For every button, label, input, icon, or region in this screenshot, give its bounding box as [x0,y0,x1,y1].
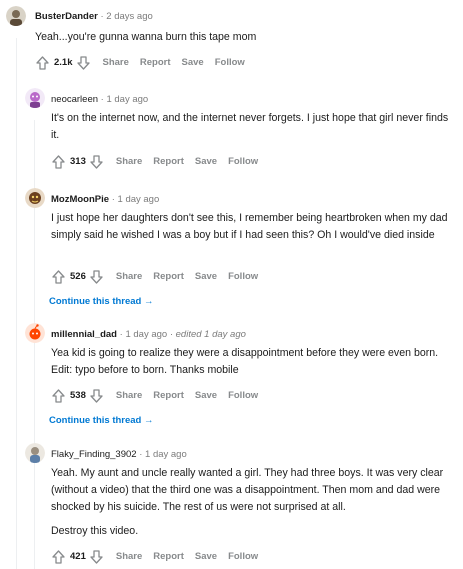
upvote-icon[interactable] [51,549,66,564]
downvote-icon[interactable] [89,388,104,403]
follow-button[interactable]: Follow [228,390,258,401]
comment-meta: BusterDander · 2 days ago [35,11,153,23]
arrow-right-icon: → [144,415,154,426]
share-button[interactable]: Share [116,271,142,282]
user-avatar-icon [6,6,26,26]
upvote-icon[interactable] [35,55,50,70]
avatar[interactable] [25,443,45,463]
comment-actions: 313 Share Report Save Follow [51,154,258,169]
share-button[interactable]: Share [116,156,142,167]
vote-score: 538 [70,390,86,401]
save-button[interactable]: Save [195,271,217,282]
upvote-icon[interactable] [51,154,66,169]
comment-body: Yeah...you're gunna wanna burn this tape… [35,29,435,46]
continue-thread-label: Continue this thread [49,415,142,426]
comment-body: It's on the internet now, and the intern… [51,110,451,144]
username[interactable]: MozMoonPie [51,194,109,205]
report-button[interactable]: Report [140,57,171,68]
username[interactable]: BusterDander [35,11,98,22]
vote-score: 2.1k [54,57,73,68]
user-avatar-icon [25,188,45,208]
continue-thread-link[interactable]: Continue this thread → [49,296,154,307]
avatar[interactable] [6,6,26,26]
separator: · [111,194,115,205]
comment-actions: 2.1k Share Report Save Follow [35,55,245,70]
follow-button[interactable]: Follow [228,551,258,562]
separator: · [139,449,143,460]
continue-thread-link[interactable]: Continue this thread → [49,415,154,426]
share-button[interactable]: Share [116,390,142,401]
share-button[interactable]: Share [116,551,142,562]
comment-meta: MozMoonPie · 1 day ago [51,194,159,206]
follow-button[interactable]: Follow [228,271,258,282]
comment-actions: 526 Share Report Save Follow [51,269,258,284]
avatar[interactable] [25,188,45,208]
comment-text: Yea kid is going to realize they were a … [51,347,439,376]
downvote-icon[interactable] [89,154,104,169]
comment-meta: neocarleen · 1 day ago [51,94,148,106]
timestamp[interactable]: 1 day ago [118,194,160,205]
separator: · [100,11,104,22]
timestamp[interactable]: 1 day ago [106,94,148,105]
follow-button[interactable]: Follow [228,156,258,167]
comment-meta: Flaky_Finding_3902 · 1 day ago [51,449,187,461]
timestamp[interactable]: 2 days ago [106,11,152,22]
user-avatar-icon [25,443,45,463]
username[interactable]: neocarleen [51,94,98,105]
comment-body: Yeah. My aunt and uncle really wanted a … [51,465,461,540]
username[interactable]: Flaky_Finding_3902 [51,449,137,460]
comment-text: Yeah...you're gunna wanna burn this tape… [35,31,257,43]
upvote-icon[interactable] [51,269,66,284]
comment-actions: 421 Share Report Save Follow [51,549,258,564]
user-avatar-icon [25,88,45,108]
username[interactable]: millennial_dad [51,329,117,340]
downvote-icon[interactable] [76,55,91,70]
vote-score: 313 [70,156,86,167]
separator: · [169,329,173,340]
comment-text: I just hope her daughters don't see this… [51,212,448,241]
follow-button[interactable]: Follow [215,57,245,68]
separator: · [100,94,104,105]
save-button[interactable]: Save [195,551,217,562]
separator: · [119,329,123,340]
edited-label: edited 1 day ago [175,329,246,340]
comment-meta: millennial_dad · 1 day ago · edited 1 da… [51,329,246,341]
comment-text: It's on the internet now, and the intern… [51,112,449,141]
upvote-icon[interactable] [51,388,66,403]
comment-text: Destroy this video. [51,525,139,537]
report-button[interactable]: Report [153,271,184,282]
report-button[interactable]: Report [153,156,184,167]
downvote-icon[interactable] [89,549,104,564]
comment-text: Yeah. My aunt and uncle really wanted a … [51,467,444,513]
avatar[interactable] [25,323,45,343]
thread-line[interactable] [16,38,17,569]
user-avatar-icon [25,323,45,343]
comment-actions: 538 Share Report Save Follow [51,388,258,403]
vote-score: 526 [70,271,86,282]
downvote-icon[interactable] [89,269,104,284]
comment-body: I just hope her daughters don't see this… [51,210,455,244]
vote-score: 421 [70,551,86,562]
save-button[interactable]: Save [182,57,204,68]
timestamp[interactable]: 1 day ago [125,329,167,340]
avatar[interactable] [25,88,45,108]
save-button[interactable]: Save [195,390,217,401]
arrow-right-icon: → [144,296,154,307]
timestamp[interactable]: 1 day ago [145,449,187,460]
report-button[interactable]: Report [153,551,184,562]
continue-thread-label: Continue this thread [49,296,142,307]
save-button[interactable]: Save [195,156,217,167]
comment-body: Yea kid is going to realize they were a … [51,345,446,379]
report-button[interactable]: Report [153,390,184,401]
share-button[interactable]: Share [103,57,129,68]
